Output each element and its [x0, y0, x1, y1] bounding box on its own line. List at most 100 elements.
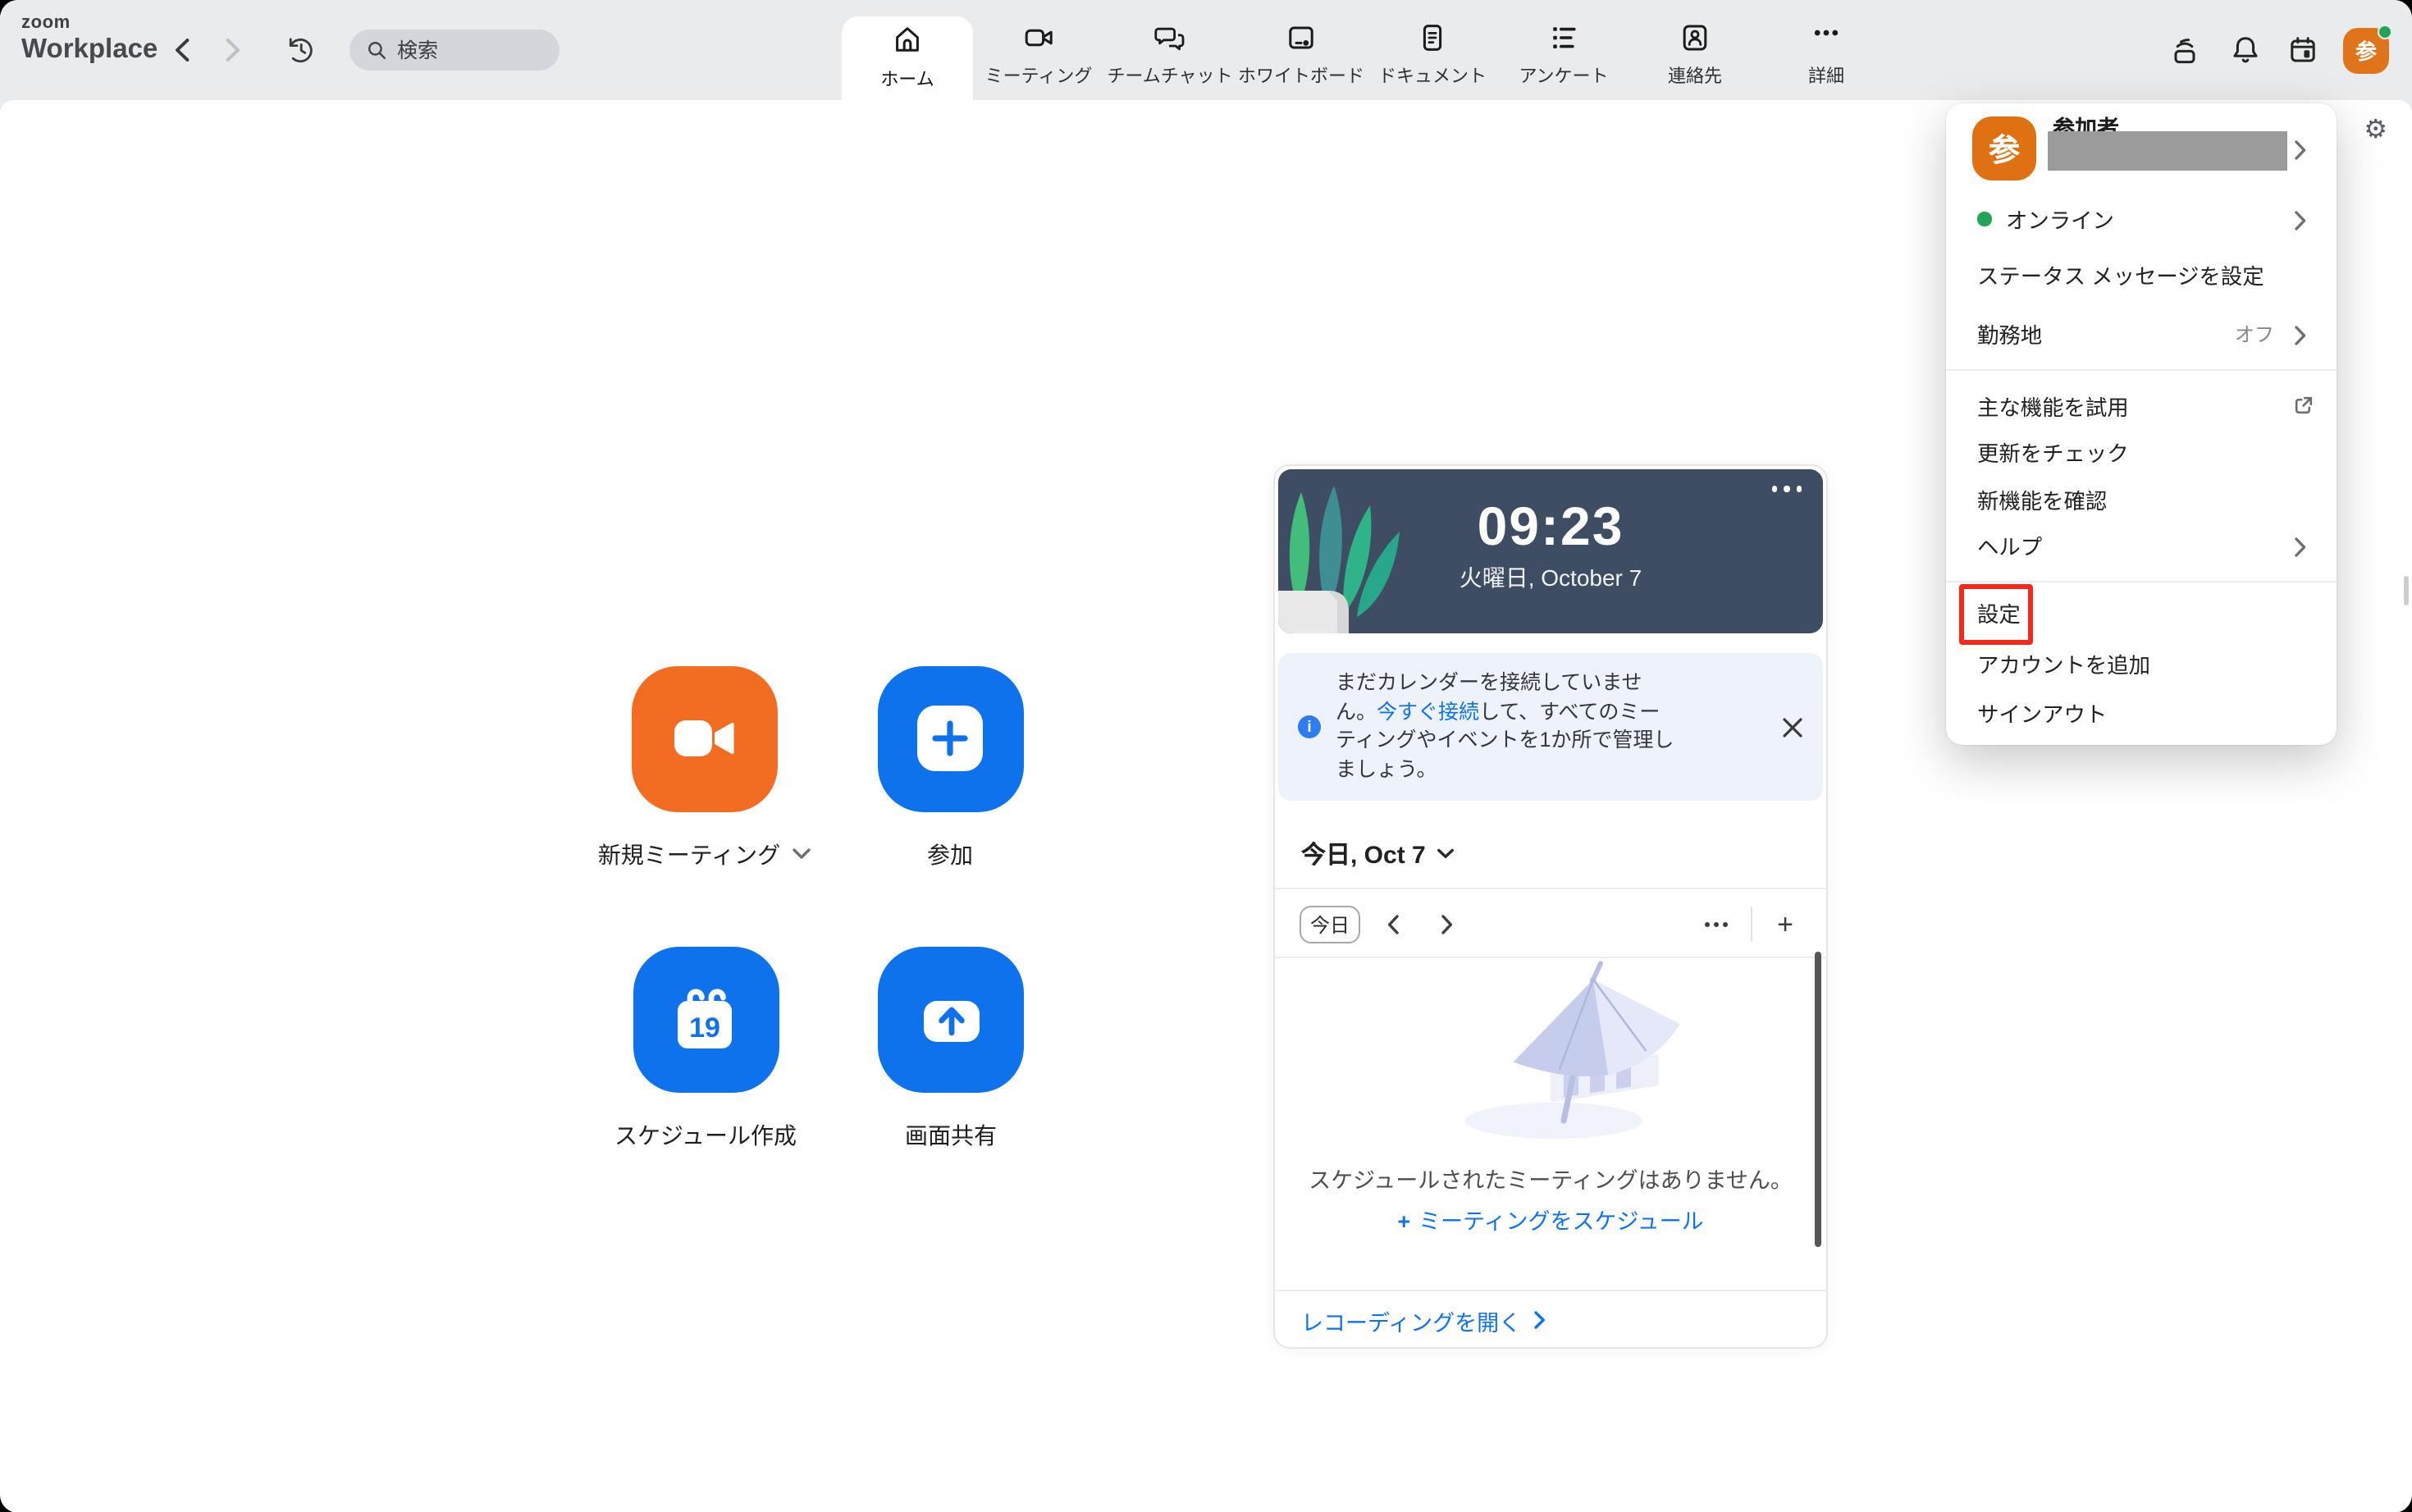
forward-button[interactable]: [215, 0, 251, 100]
calendar-button[interactable]: [2282, 0, 2322, 100]
menu-divider: [1946, 580, 2337, 582]
menu-item-check-updates[interactable]: 更新をチェック: [1946, 428, 2337, 474]
share-screen-button[interactable]: 画面共有: [828, 947, 1074, 1152]
schedule-card: 09:23 火曜日, October 7 i まだカレンダーを接続していません。…: [1273, 464, 1828, 1349]
tab-team-chat[interactable]: チームチャット: [1104, 0, 1236, 100]
beach-umbrella-illustration: [1423, 960, 1682, 1144]
history-button[interactable]: [282, 0, 318, 100]
schedule-icon: 19: [633, 947, 779, 1093]
redacted-email: [2048, 131, 2287, 170]
plant-illustration: [1278, 482, 1419, 633]
avatar-initial: 参: [2355, 34, 2377, 66]
settings-gear-button[interactable]: ⚙: [2364, 118, 2387, 144]
zoom-workplace-window: zoom Workplace ホーム: [0, 0, 2412, 1512]
toolbar-divider: [1751, 907, 1752, 942]
join-label: 参加: [927, 838, 973, 870]
add-meeting-button[interactable]: +: [1769, 889, 1802, 960]
clock-widget: 09:23 火曜日, October 7: [1278, 469, 1823, 633]
menu-item-add-account[interactable]: アカウントを追加: [1946, 640, 2337, 686]
tab-contacts[interactable]: 連絡先: [1629, 0, 1761, 100]
notifications-button[interactable]: [2225, 0, 2264, 100]
menu-divider: [1946, 369, 2337, 371]
schedule-meeting-link[interactable]: +ミーティングをスケジュール: [1275, 1203, 1826, 1236]
profile-chevron[interactable]: [2294, 139, 2307, 161]
help-chevron: [2294, 537, 2307, 558]
workplace-chevron: [2294, 325, 2307, 346]
new-meeting-button[interactable]: 新規ミーティング: [581, 665, 827, 870]
join-button[interactable]: 参加: [827, 665, 1073, 870]
tab-whiteboard[interactable]: ホワイトボード: [1236, 0, 1367, 100]
calendar-more-button[interactable]: [1700, 889, 1733, 960]
window-scrollbar[interactable]: [2403, 576, 2409, 605]
chevron-left-icon: [1386, 914, 1400, 935]
menu-item-set-status-message[interactable]: ステータス メッセージを設定: [1946, 252, 2337, 298]
search-box[interactable]: [349, 30, 560, 71]
svg-text:19: 19: [689, 1012, 720, 1043]
tab-more[interactable]: 詳細: [1761, 0, 1892, 100]
logo-zoom: zoom: [21, 15, 158, 33]
user-avatar[interactable]: 参: [2343, 27, 2389, 73]
menu-item-settings[interactable]: 設定: [1946, 589, 2337, 635]
status-chevron: [2294, 210, 2307, 231]
schedule-label: スケジュール作成: [614, 1119, 797, 1152]
next-day-button[interactable]: [1431, 889, 1464, 960]
clock-more-button[interactable]: [1771, 486, 1802, 491]
whiteboard-icon: [1285, 20, 1318, 54]
top-bar: zoom Workplace ホーム: [0, 0, 2412, 100]
bell-icon: [2227, 33, 2262, 67]
menu-item-status[interactable]: オンライン: [1946, 196, 2337, 242]
chevron-left-icon: [174, 38, 190, 62]
tab-docs[interactable]: ドキュメント: [1367, 0, 1498, 100]
tab-surveys[interactable]: アンケート: [1498, 0, 1629, 100]
menu-item-help[interactable]: ヘルプ: [1946, 523, 2337, 569]
join-icon: [877, 665, 1023, 811]
online-dot-icon: [1977, 212, 1991, 226]
main-nav-tabs: ホーム ミーティング チームチャット ホワイトボード ドキュメント アンケート: [842, 0, 1892, 100]
info-icon: i: [1298, 715, 1321, 738]
zoom-workplace-logo: zoom Workplace: [21, 15, 158, 63]
menu-avatar: 参: [1972, 116, 2036, 180]
chevron-down-icon: [1437, 848, 1454, 860]
new-meeting-icon: [631, 665, 777, 811]
card-scrollbar[interactable]: [1814, 952, 1821, 1247]
tab-home[interactable]: ホーム: [842, 16, 973, 100]
share-screen-label: 画面共有: [905, 1119, 997, 1152]
calendar-connect-banner: i まだカレンダーを接続していません。今すぐ接続して、すべてのミーティングやイベ…: [1278, 653, 1823, 801]
new-meeting-label: 新規ミーティング: [598, 838, 780, 870]
workplace-value: オフ: [2235, 320, 2274, 348]
menu-item-sign-out[interactable]: サインアウト: [1946, 689, 2337, 735]
close-icon: [1782, 716, 1803, 738]
ellipsis-icon: [1703, 920, 1729, 929]
back-button[interactable]: [164, 0, 200, 100]
connect-device-icon: [2167, 33, 2201, 67]
chevron-right-icon: [225, 38, 241, 62]
team-chat-icon: [1153, 20, 1186, 54]
share-screen-icon: [878, 947, 1024, 1093]
connect-now-link[interactable]: 今すぐ接続: [1377, 700, 1479, 723]
calendar-icon: [2285, 33, 2319, 67]
menu-item-workplace[interactable]: 勤務地 オフ: [1946, 311, 2337, 357]
date-heading[interactable]: 今日, Oct 7: [1301, 837, 1454, 871]
banner-close-button[interactable]: [1782, 716, 1803, 738]
chevron-right-icon: [1441, 914, 1454, 935]
home-icon: [891, 22, 924, 57]
connect-device-button[interactable]: [2164, 0, 2204, 100]
user-dropdown-menu: 参 参加者 オンライン ステータス メッセージを設定 勤務地 オフ 主な機能を試…: [1946, 103, 2337, 745]
chevron-down-icon: [792, 848, 810, 860]
open-recordings-link[interactable]: レコーディングを開く: [1275, 1290, 1826, 1349]
more-icon: [1810, 20, 1843, 54]
menu-item-whats-new[interactable]: 新機能を確認: [1946, 476, 2337, 522]
search-icon: [366, 39, 387, 61]
menu-item-try-features[interactable]: 主な機能を試用: [1946, 383, 2337, 429]
docs-icon: [1416, 20, 1449, 54]
today-button[interactable]: 今日: [1300, 906, 1360, 943]
schedule-button[interactable]: 19 スケジュール作成: [582, 947, 829, 1152]
search-input[interactable]: [397, 39, 538, 62]
prev-day-button[interactable]: [1377, 889, 1409, 960]
chevron-right-icon: [1534, 1311, 1546, 1329]
tab-meetings[interactable]: ミーティング: [973, 0, 1104, 100]
logo-workplace: Workplace: [21, 36, 158, 63]
plus-icon: +: [1397, 1209, 1410, 1234]
online-status-dot: [2378, 24, 2392, 39]
plus-icon: +: [1777, 908, 1793, 941]
